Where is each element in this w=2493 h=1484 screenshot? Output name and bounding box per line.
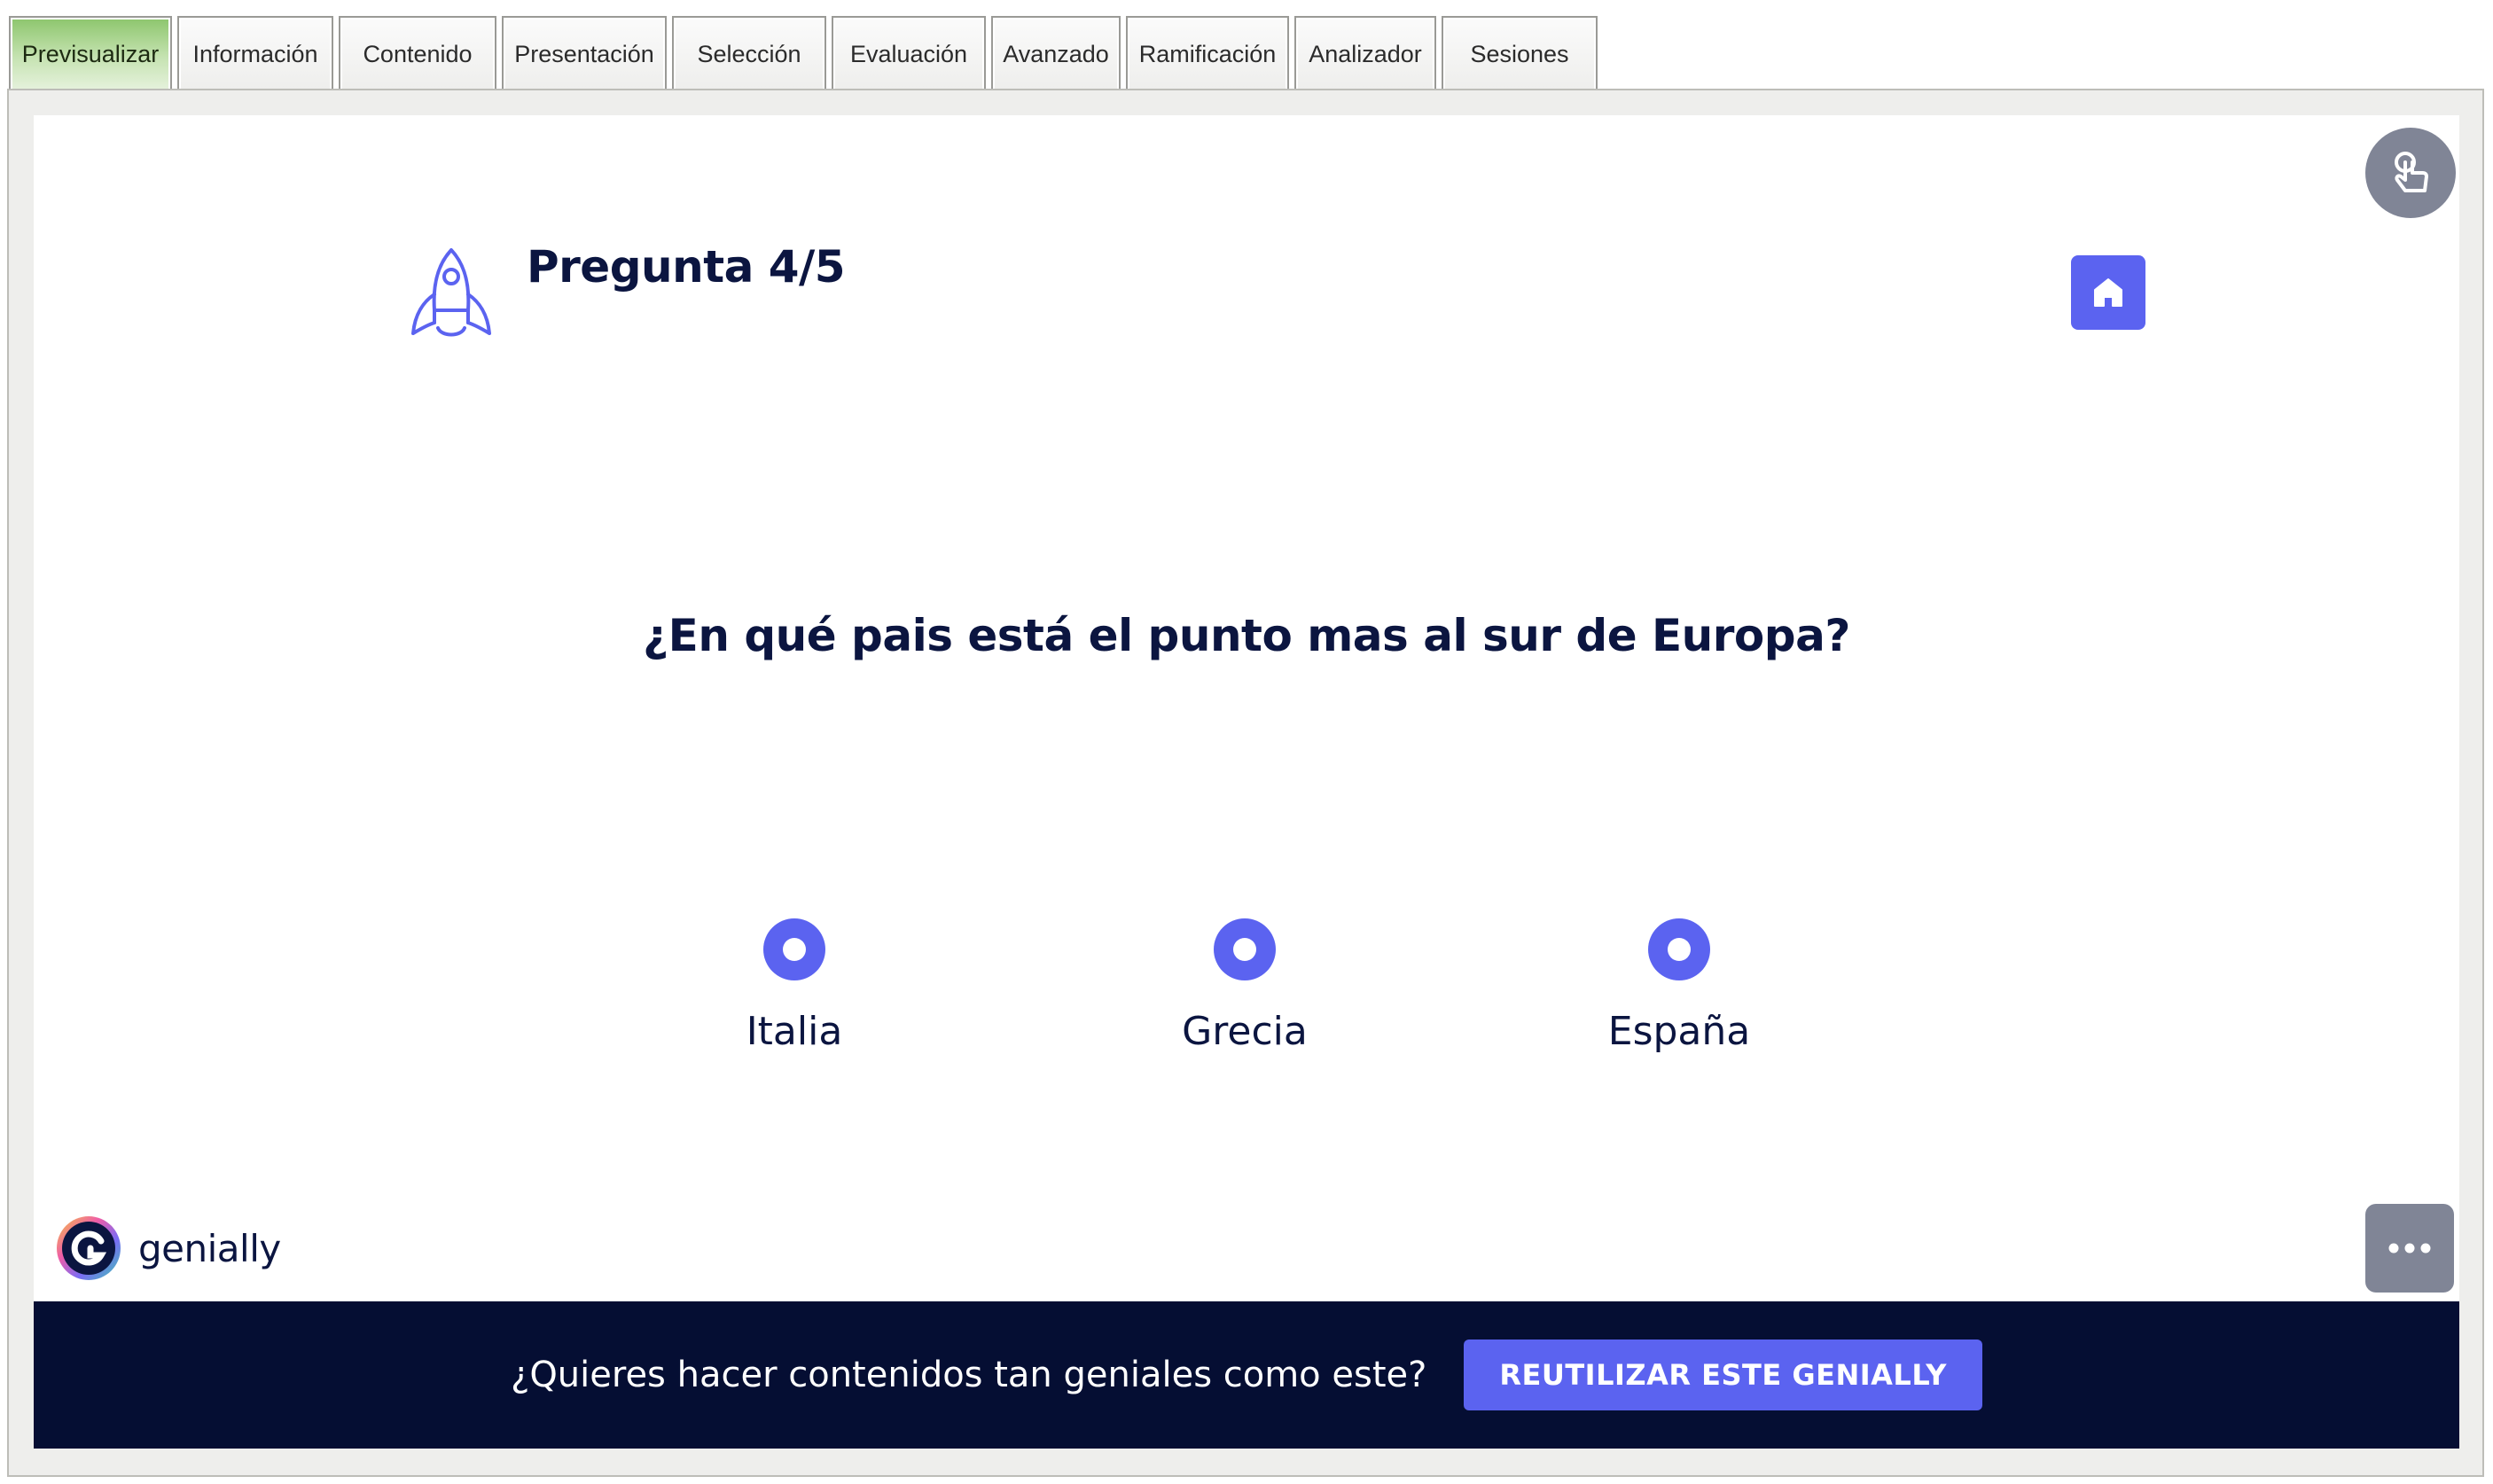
radio-dot [783,938,806,961]
preview-frame: Pregunta 4/5 ¿En qué pais está el punto … [7,89,2484,1477]
answer-label: Italia [746,1009,843,1054]
tab-informacion[interactable]: Información [177,16,333,90]
tab-bar: Previsualizar Información Contenido Pres… [9,14,1603,90]
tab-ramificacion[interactable]: Ramificación [1126,16,1289,90]
answer-label: Grecia [1182,1009,1308,1054]
tab-evaluacion[interactable]: Evaluación [832,16,986,90]
interactive-elements-button[interactable] [2365,128,2456,218]
tab-presentacion[interactable]: Presentación [502,16,667,90]
reuse-genially-button[interactable]: REUTILIZAR ESTE GENIALLY [1464,1340,1982,1410]
brand-name: genially [138,1226,281,1270]
radio-dot [1233,938,1256,961]
genially-stage: Pregunta 4/5 ¿En qué pais está el punto … [34,115,2459,1301]
tab-analizador[interactable]: Analizador [1294,16,1436,90]
radio-button[interactable] [1214,918,1276,980]
more-options-button[interactable] [2365,1204,2454,1293]
rocket-icon [411,248,491,337]
answer-label: España [1607,1009,1751,1054]
answer-option-grecia[interactable]: Grecia [1112,918,1378,1054]
genially-brand[interactable]: genially [55,1215,281,1282]
tab-avanzado[interactable]: Avanzado [991,16,1121,90]
radio-button[interactable] [1648,918,1710,980]
promo-banner: ¿Quieres hacer contenidos tan geniales c… [34,1301,2459,1449]
answer-option-espana[interactable]: España [1546,918,1812,1054]
more-dots-icon [2388,1243,2431,1254]
home-button[interactable] [2071,255,2145,330]
question-text: ¿En qué pais está el punto mas al sur de… [643,610,1850,661]
hand-pointer-icon [2395,152,2428,192]
radio-dot [1668,938,1691,961]
radio-button[interactable] [763,918,825,980]
genially-logo-icon [57,1216,121,1280]
home-icon [2094,278,2122,307]
promo-text: ¿Quieres hacer contenidos tan geniales c… [511,1355,1427,1395]
tab-contenido[interactable]: Contenido [339,16,496,90]
tab-seleccion[interactable]: Selección [672,16,826,90]
answer-option-italia[interactable]: Italia [661,918,927,1054]
tab-previsualizar[interactable]: Previsualizar [9,16,172,90]
tab-sesiones[interactable]: Sesiones [1442,16,1598,90]
question-counter: Pregunta 4/5 [527,241,846,293]
